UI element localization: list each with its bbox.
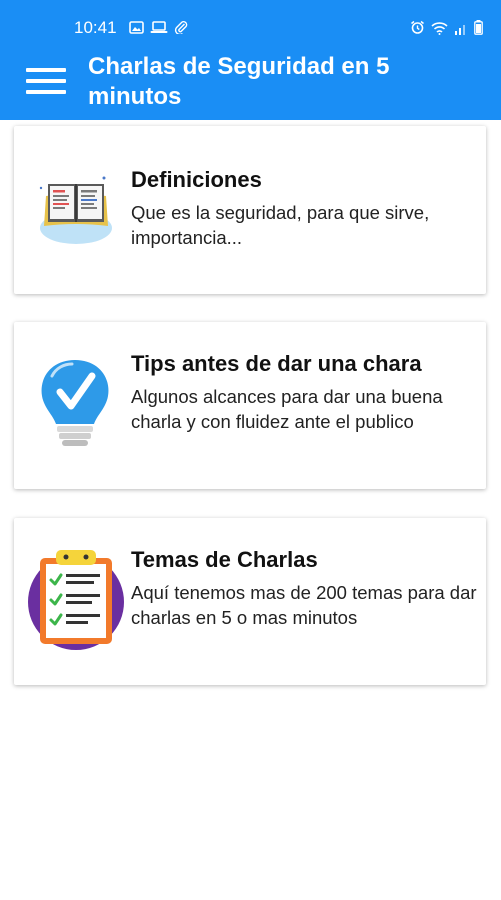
card-title: Definiciones bbox=[131, 167, 262, 192]
wifi-icon bbox=[431, 21, 448, 35]
paperclip-icon bbox=[174, 21, 188, 34]
card-title: Temas de Charlas bbox=[131, 547, 318, 572]
gallery-icon bbox=[129, 20, 144, 34]
lightbulb-check-icon bbox=[41, 360, 109, 446]
checklist-clipboard-icon bbox=[28, 550, 124, 650]
status-time: 10:41 bbox=[74, 18, 117, 37]
alarm-icon bbox=[411, 20, 424, 34]
laptop-icon bbox=[150, 20, 168, 33]
card-definiciones[interactable]: Definiciones Que es la seguridad, para q… bbox=[14, 126, 486, 294]
card-description: Que es la seguridad, para que sirve, imp… bbox=[131, 202, 430, 248]
battery-icon bbox=[474, 20, 483, 35]
app-bar: Charlas de Seguridad en 5 minutos bbox=[0, 40, 501, 120]
status-bar: 10:41 bbox=[0, 0, 501, 40]
hamburger-menu-icon[interactable] bbox=[26, 68, 66, 96]
open-book-icon bbox=[39, 176, 112, 244]
page-title: Charlas de Seguridad en 5 minutos bbox=[88, 53, 390, 110]
status-left-icons bbox=[129, 20, 188, 34]
card-temas[interactable]: Temas de Charlas Aquí tenemos mas de 200… bbox=[14, 518, 486, 685]
card-description: Algunos alcances para dar una buena char… bbox=[131, 386, 443, 432]
card-tips[interactable]: Tips antes de dar una chara Algunos alca… bbox=[14, 322, 486, 489]
card-description: Aquí tenemos mas de 200 temas para dar c… bbox=[131, 582, 477, 628]
status-right-icons bbox=[410, 20, 483, 35]
signal-icon bbox=[455, 24, 465, 35]
card-title: Tips antes de dar una chara bbox=[131, 351, 422, 376]
